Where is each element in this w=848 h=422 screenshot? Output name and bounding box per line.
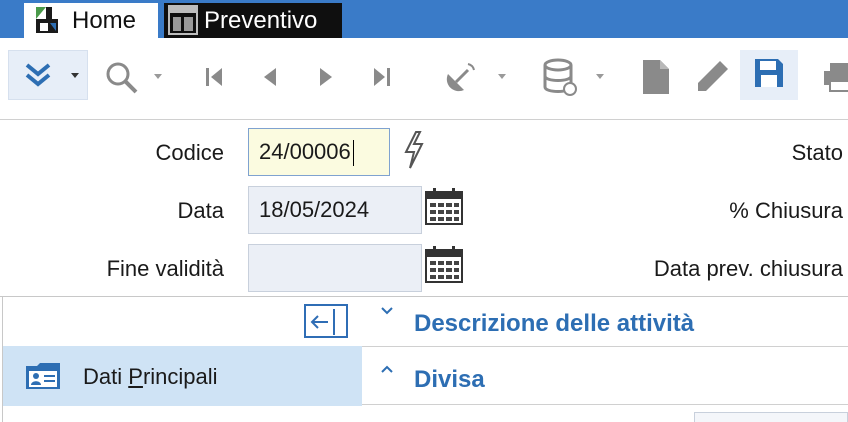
search-icon — [104, 60, 140, 101]
calendar-icon[interactable] — [424, 186, 464, 226]
text-cursor — [352, 140, 354, 167]
save-button[interactable] — [740, 50, 798, 100]
tab-preventivo-label: Preventivo — [204, 7, 318, 34]
lightning-icon — [402, 130, 426, 175]
double-chevron-down-icon — [23, 61, 53, 94]
toolbar — [0, 38, 848, 120]
label-part: Dati — [83, 364, 129, 389]
form-window-icon — [168, 5, 198, 42]
last-record-button[interactable] — [364, 38, 400, 120]
divisa-field[interactable] — [694, 412, 848, 422]
tab-preventivo[interactable]: Preventivo — [164, 3, 342, 38]
section-header-descrizione[interactable]: Descrizione delle attività — [414, 310, 694, 338]
next-record-button[interactable] — [308, 38, 344, 120]
dropdown-caret-icon — [154, 74, 162, 79]
accelerator-key: P — [128, 364, 143, 389]
data-input[interactable]: 18/05/2024 — [248, 186, 422, 234]
sidebar-item-label: Dati Principali — [83, 364, 218, 390]
arrow-left-panel-icon — [308, 309, 346, 340]
calendar-icon[interactable] — [424, 244, 464, 284]
satellite-icon — [442, 60, 478, 101]
section-header-divisa[interactable]: Divisa — [414, 366, 485, 394]
home-logo-icon — [34, 5, 60, 42]
edit-icon — [694, 59, 730, 100]
last-record-icon — [370, 65, 394, 94]
chiusura-label: % Chiusura — [729, 198, 843, 223]
expand-menu-button[interactable] — [8, 50, 88, 100]
database-icon — [542, 58, 578, 103]
section-divider — [0, 296, 848, 297]
tab-strip: Home Preventivo — [0, 0, 848, 38]
id-card-icon — [25, 362, 61, 395]
chevron-down-icon[interactable] — [380, 304, 394, 322]
dropdown-caret-icon — [596, 74, 604, 79]
print-icon — [822, 61, 848, 98]
collapse-sidebar-button[interactable] — [304, 304, 348, 338]
chevron-up-icon[interactable] — [380, 362, 394, 380]
codice-value: 24/00006 — [259, 139, 351, 164]
edit-button[interactable] — [690, 38, 734, 120]
save-icon — [753, 57, 785, 94]
fine-validita-input[interactable] — [248, 244, 422, 292]
dropdown-caret-icon — [71, 73, 79, 78]
database-button[interactable] — [536, 38, 610, 120]
sidebar-item-dati-principali[interactable]: Dati Principali — [3, 346, 362, 406]
label-part: rincipali — [142, 364, 218, 389]
new-document-icon — [641, 58, 671, 101]
previous-record-button[interactable] — [252, 38, 288, 120]
data-prev-chiusura-label: Data prev. chiusura — [653, 256, 843, 281]
data-value: 18/05/2024 — [259, 197, 370, 222]
data-label: Data — [177, 198, 224, 223]
first-record-button[interactable] — [196, 38, 232, 120]
satellite-button[interactable] — [436, 38, 510, 120]
new-document-button[interactable] — [634, 38, 678, 120]
tab-home-label: Home — [72, 7, 137, 34]
dropdown-caret-icon — [498, 74, 506, 79]
previous-record-icon — [258, 65, 282, 94]
first-record-icon — [202, 65, 226, 94]
fine-validita-label: Fine validità — [106, 256, 224, 281]
next-record-icon — [314, 65, 338, 94]
codice-input[interactable]: 24/00006 — [248, 128, 390, 176]
section-separator — [362, 404, 848, 405]
tab-home[interactable]: Home — [24, 3, 158, 38]
codice-label: Codice — [155, 140, 224, 165]
search-button[interactable] — [100, 38, 164, 120]
print-button[interactable] — [822, 38, 848, 120]
stato-label: Stato — [791, 140, 843, 165]
section-separator — [362, 346, 848, 347]
